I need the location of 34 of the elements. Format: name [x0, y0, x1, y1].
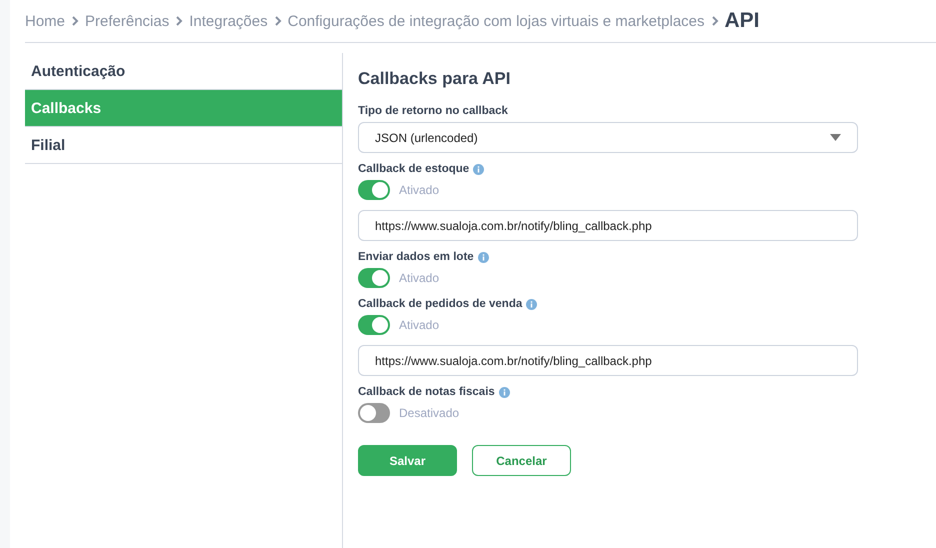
- info-icon: [526, 298, 538, 310]
- info-icon: [473, 164, 484, 174]
- field-label: Callback de notas fiscais: [358, 386, 495, 398]
- toggle-switch[interactable]: [358, 315, 390, 335]
- toggle-state: Desativado: [399, 406, 460, 420]
- chevron-icon: [175, 16, 184, 26]
- breadcrumb-link[interactable]: Integrações: [189, 12, 268, 30]
- info-icon: [478, 252, 489, 262]
- breadcrumb-link[interactable]: Preferências: [85, 12, 170, 30]
- chevron-icon: [274, 16, 282, 26]
- toggle-state: Ativado: [399, 183, 440, 197]
- toggle-switch[interactable]: [358, 268, 390, 288]
- cancel-button[interactable]: Cancelar: [472, 445, 571, 476]
- field-label: Enviar dados em lote: [358, 251, 474, 263]
- breadcrumb-link[interactable]: Configurações de integração com lojas virtuais e marketplaces: [288, 12, 704, 30]
- section-title: Callbacks para API: [358, 69, 512, 89]
- page-title: API: [724, 9, 760, 33]
- toggle-state: Ativado: [399, 271, 440, 285]
- chevron-icon: [71, 16, 80, 26]
- toggle-state: Ativado: [399, 318, 440, 332]
- toggle-switch[interactable]: [358, 403, 390, 423]
- info-icon: [498, 386, 510, 398]
- field-label: Callback de pedidos de venda: [358, 298, 522, 310]
- breadcrumb-link[interactable]: Home: [25, 12, 66, 30]
- save-button[interactable]: Salvar: [358, 445, 457, 476]
- select-field[interactable]: JSON (urlencoded): [358, 122, 858, 153]
- field-label: Callback de estoque: [358, 163, 470, 175]
- toggle-switch[interactable]: [358, 180, 390, 200]
- chevron-icon: [710, 16, 718, 26]
- url-input[interactable]: https://www.sualoja.com.br/notify/bling_callback.php: [358, 345, 858, 376]
- url-input[interactable]: https://www.sualoja.com.br/notify/bling_callback.php: [358, 210, 858, 241]
- field-label: Tipo de retorno no callback: [358, 105, 508, 117]
- caret-icon: [830, 134, 841, 141]
- sidebar-item[interactable]: Callbacks: [25, 90, 342, 127]
